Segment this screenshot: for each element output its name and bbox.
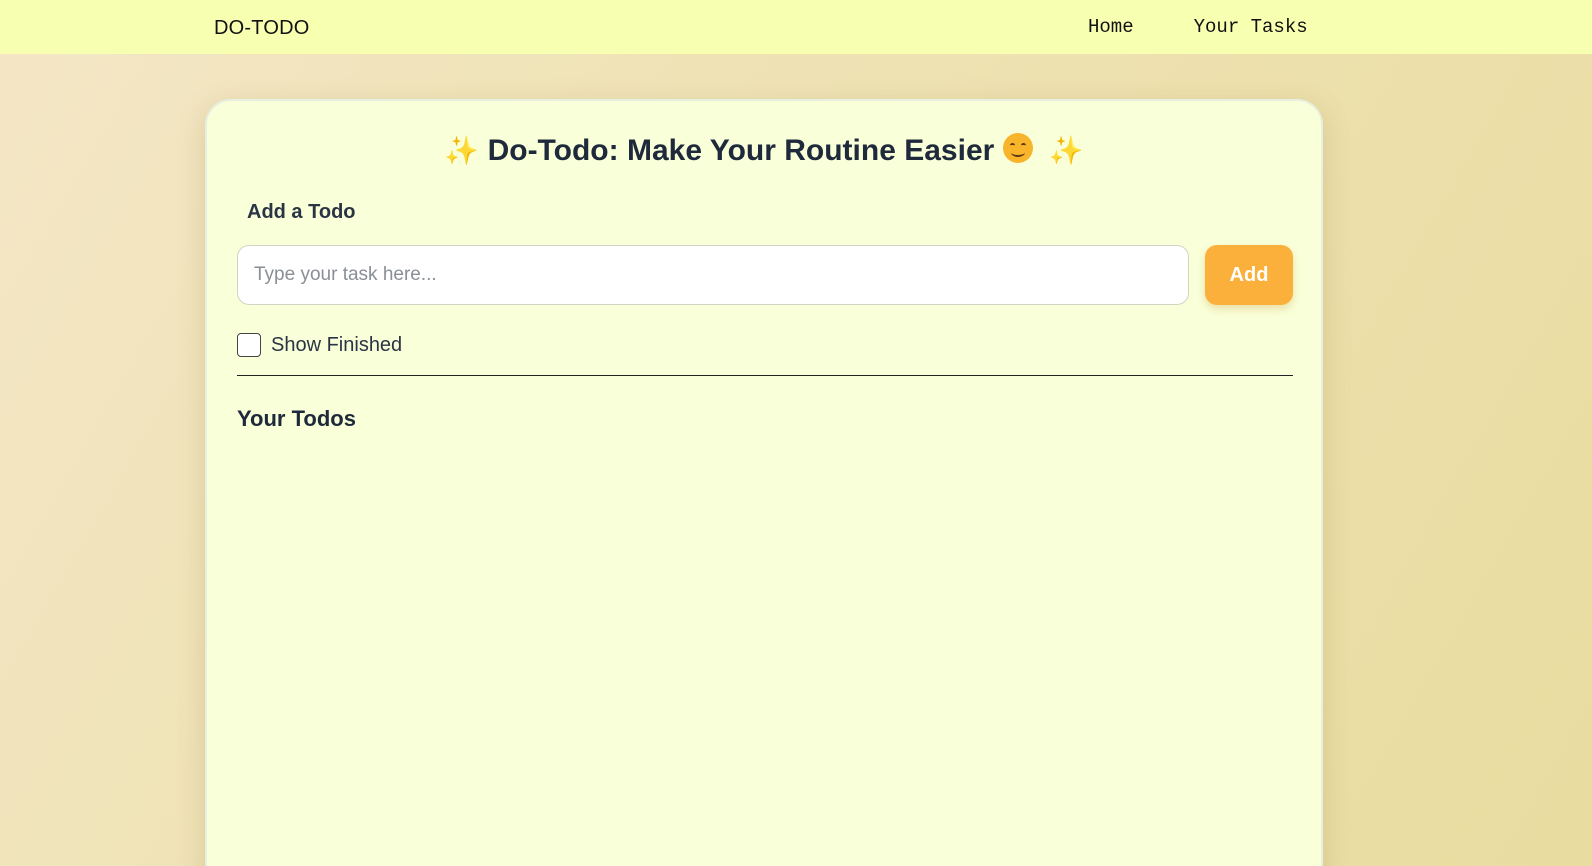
- sparkles-icon: ✨: [1040, 135, 1084, 166]
- nav-links: Home Your Tasks: [1088, 16, 1308, 38]
- sparkles-icon: ✨: [444, 135, 480, 166]
- navbar: DO-TODO Home Your Tasks: [0, 0, 1592, 54]
- page-title-text: Do-Todo: Make Your Routine Easier: [487, 134, 995, 167]
- page-title: ✨ Do-Todo: Make Your Routine Easier ✨: [207, 133, 1321, 168]
- todo-card: ✨ Do-Todo: Make Your Routine Easier ✨ Ad…: [205, 99, 1323, 866]
- todos-heading: Your Todos: [237, 406, 356, 431]
- show-finished-checkbox[interactable]: [237, 333, 261, 357]
- nav-link-your-tasks[interactable]: Your Tasks: [1194, 16, 1308, 38]
- brand-logo[interactable]: DO-TODO: [214, 17, 309, 40]
- smiling-face-icon: [1002, 133, 1033, 163]
- show-finished-toggle[interactable]: Show Finished: [237, 333, 402, 357]
- show-finished-label[interactable]: Show Finished: [271, 334, 402, 357]
- add-todo-label: Add a Todo: [247, 201, 356, 223]
- divider: [237, 375, 1293, 376]
- nav-link-home[interactable]: Home: [1088, 16, 1134, 38]
- task-input[interactable]: [237, 245, 1189, 305]
- add-button[interactable]: Add: [1205, 245, 1293, 305]
